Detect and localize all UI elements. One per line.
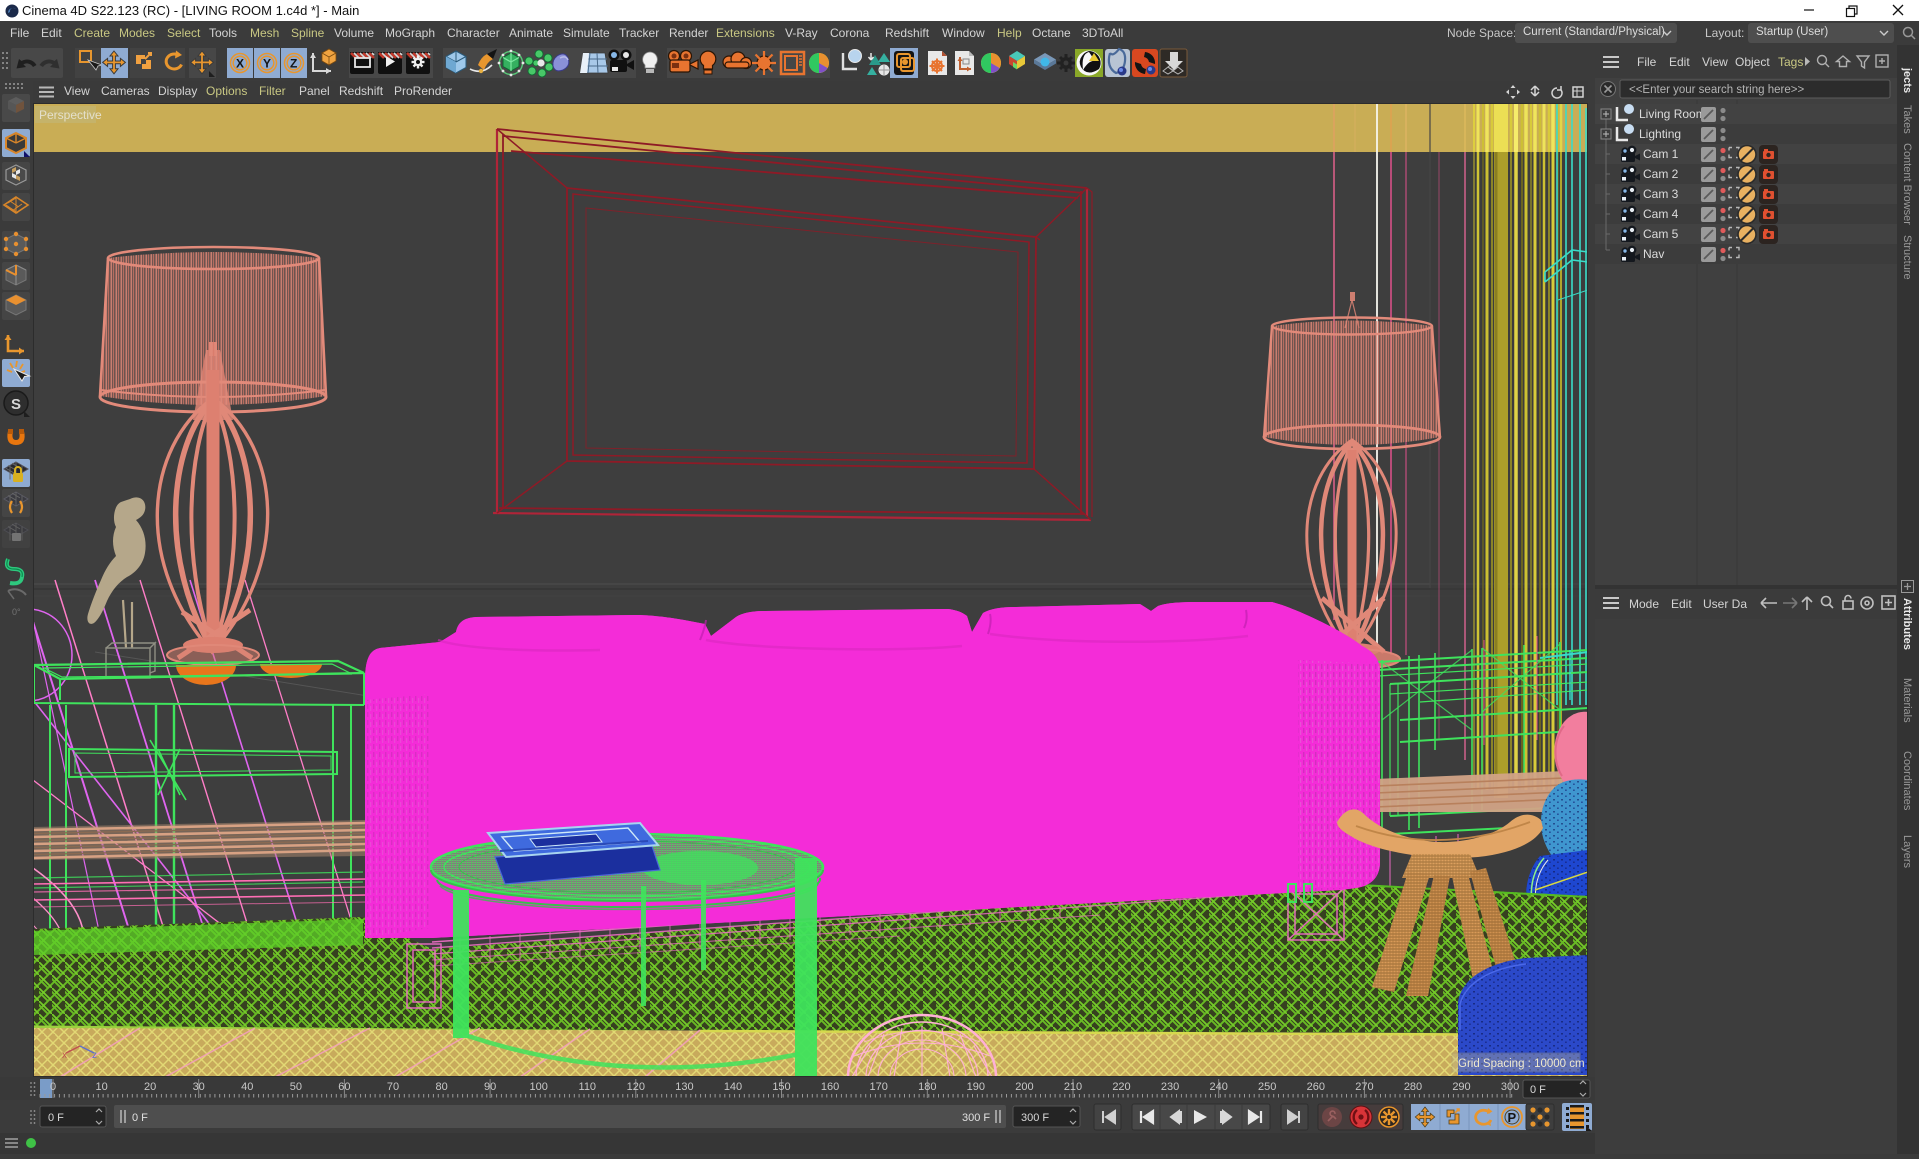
svg-text:250: 250 [1258, 1081, 1276, 1093]
svg-text:<<Enter your search string her: <<Enter your search string here>> [1629, 84, 1804, 96]
svg-text:120: 120 [627, 1081, 645, 1093]
svg-text:Edit: Edit [1671, 597, 1692, 611]
svg-text:50: 50 [290, 1081, 302, 1093]
svg-text:70: 70 [387, 1081, 399, 1093]
svg-text:290: 290 [1452, 1081, 1470, 1093]
svg-text:220: 220 [1112, 1081, 1130, 1093]
svg-text:260: 260 [1307, 1081, 1325, 1093]
svg-text:0 F: 0 F [132, 1112, 148, 1124]
svg-text:180: 180 [918, 1081, 936, 1093]
svg-text:270: 270 [1355, 1081, 1373, 1093]
svg-text:30: 30 [193, 1081, 205, 1093]
svg-text:20: 20 [144, 1081, 156, 1093]
svg-text:0: 0 [50, 1081, 56, 1093]
svg-text:10: 10 [95, 1081, 107, 1093]
svg-text:160: 160 [821, 1081, 839, 1093]
svg-text:Cam 1: Cam 1 [1643, 147, 1679, 161]
svg-text:Y: Y [263, 57, 271, 71]
svg-text:z: z [92, 1050, 97, 1061]
svg-text:Grid Spacing : 10000 cm: Grid Spacing : 10000 cm [1458, 1058, 1585, 1070]
svg-text:60: 60 [338, 1081, 350, 1093]
svg-text:280: 280 [1404, 1081, 1422, 1093]
svg-text:Mode: Mode [1629, 597, 1659, 611]
svg-text:x: x [62, 1050, 67, 1061]
svg-text:100: 100 [530, 1081, 548, 1093]
svg-text:Object: Object [1735, 55, 1770, 69]
svg-text:Nav: Nav [1643, 247, 1664, 261]
svg-text:190: 190 [967, 1081, 985, 1093]
svg-text:0°: 0° [12, 607, 21, 617]
svg-text:300 F: 300 F [1021, 1112, 1049, 1124]
svg-text:230: 230 [1161, 1081, 1179, 1093]
svg-text:Cam 3: Cam 3 [1643, 187, 1679, 201]
svg-text:User Da: User Da [1703, 597, 1747, 611]
svg-text:S: S [11, 396, 21, 413]
svg-text:300: 300 [1501, 1081, 1519, 1093]
svg-text:110: 110 [579, 1081, 597, 1093]
svg-text:X: X [236, 57, 244, 71]
svg-text:Perspective: Perspective [39, 108, 102, 122]
svg-text:80: 80 [435, 1081, 447, 1093]
svg-text:P: P [1508, 1110, 1517, 1125]
svg-text:Cam 5: Cam 5 [1643, 227, 1679, 241]
svg-text:Edit: Edit [1669, 55, 1690, 69]
svg-text:0 F: 0 F [48, 1112, 64, 1124]
svg-text:140: 140 [724, 1081, 742, 1093]
svg-text:Cam 4: Cam 4 [1643, 207, 1679, 221]
svg-text:File: File [1637, 55, 1657, 69]
svg-text:0 F: 0 F [1530, 1084, 1546, 1096]
svg-text:200: 200 [1015, 1081, 1033, 1093]
svg-text:240: 240 [1210, 1081, 1228, 1093]
svg-text:90: 90 [484, 1081, 496, 1093]
svg-text:300 F: 300 F [962, 1112, 990, 1124]
svg-text:150: 150 [772, 1081, 790, 1093]
svg-text:Cam 2: Cam 2 [1643, 167, 1679, 181]
svg-text:40: 40 [241, 1081, 253, 1093]
svg-text:Lighting: Lighting [1639, 127, 1681, 141]
svg-text:170: 170 [870, 1081, 888, 1093]
svg-text:Tags: Tags [1778, 55, 1803, 69]
svg-text:210: 210 [1064, 1081, 1082, 1093]
svg-text:Living Room: Living Room [1639, 107, 1706, 121]
svg-text:130: 130 [675, 1081, 693, 1093]
svg-text:View: View [1702, 55, 1728, 69]
svg-text:Z: Z [290, 57, 297, 71]
